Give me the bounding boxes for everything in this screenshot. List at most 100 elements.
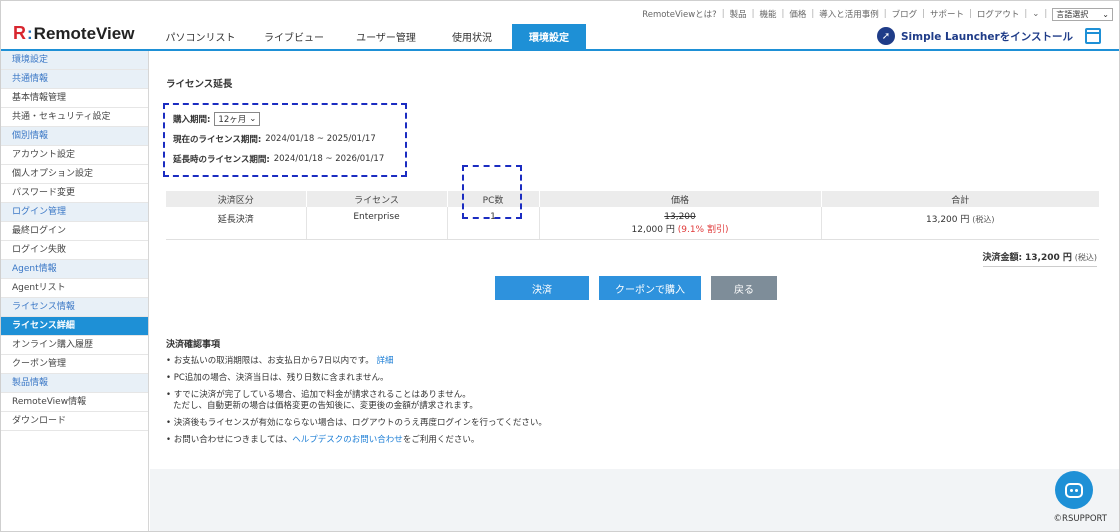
topbar-link-features[interactable]: 機能 bbox=[759, 8, 776, 20]
main-nav: パソコンリスト ライブビュー ユーザー管理 使用状況 環境設定 bbox=[153, 24, 586, 49]
separator: | bbox=[922, 9, 926, 19]
sidebar-item-purchase-history[interactable]: オンライン購入履歴 bbox=[1, 336, 148, 355]
top-utility-bar: RemoteViewとは? | 製品 | 機能 | 価格 | 導入と活用事例 | ブログ |… bbox=[642, 6, 1113, 22]
sidebar-item-download[interactable]: ダウンロード bbox=[1, 412, 148, 431]
sidebar-head-login[interactable]: ログイン管理 bbox=[1, 203, 148, 222]
main-content: ライセンス延長 購入期間: 12ヶ月 ⌄ 現在のライセンス期間: 2024/01… bbox=[150, 51, 1119, 531]
license-period-box: 購入期間: 12ヶ月 ⌄ 現在のライセンス期間: 2024/01/18 ~ 20… bbox=[163, 103, 407, 177]
topbar-link-cases[interactable]: 導入と活用事例 bbox=[819, 8, 879, 20]
separator: | bbox=[721, 9, 725, 19]
tab-user-management[interactable]: ユーザー管理 bbox=[340, 24, 432, 49]
purchase-period-select[interactable]: 12ヶ月 ⌄ bbox=[214, 112, 261, 126]
copyright: ©RSUPPORT bbox=[1053, 514, 1107, 524]
payment-label: 決済金額: bbox=[982, 252, 1023, 263]
simple-launcher-link[interactable]: ➚ Simple Launcherをインストール bbox=[876, 27, 1073, 45]
col-total: 合計 bbox=[820, 191, 1099, 207]
language-select[interactable]: 言語選択 ⌄ bbox=[1052, 7, 1113, 21]
sidebar-item-security[interactable]: 共通・セキュリティ設定 bbox=[1, 108, 148, 127]
note-item: • すでに決済が完了している場合、追加で料金が請求されることはありません。 ただ… bbox=[166, 390, 1099, 412]
back-button[interactable]: 戻る bbox=[711, 276, 777, 300]
old-price: 13,200 bbox=[664, 212, 696, 222]
payment-amount: 13,200 円 bbox=[1025, 252, 1072, 263]
sidebar-item-last-login[interactable]: 最終ログイン bbox=[1, 222, 148, 241]
separator: | bbox=[811, 9, 815, 19]
sidebar-item-coupon[interactable]: クーポン管理 bbox=[1, 355, 148, 374]
sidebar-item-license-detail[interactable]: ライセンス詳細 bbox=[1, 317, 148, 336]
col-license: ライセンス bbox=[305, 191, 447, 207]
logo-colon: : bbox=[27, 23, 33, 43]
payment-notes: 決済確認事項 • お支払いの取消期限は、お支払日から7日以内です。 詳細 • P… bbox=[166, 337, 1099, 452]
coupon-purchase-button[interactable]: クーポンで購入 bbox=[599, 276, 701, 300]
extended-period-label: 延長時のライセンス期間: bbox=[173, 155, 270, 165]
sidebar-item-agent-list[interactable]: Agentリスト bbox=[1, 279, 148, 298]
sidebar-item-remoteview-info[interactable]: RemoteView情報 bbox=[1, 393, 148, 412]
tab-pc-list[interactable]: パソコンリスト bbox=[153, 24, 248, 49]
note-contact-post: をご利用ください。 bbox=[402, 435, 480, 445]
details-link[interactable]: 詳細 bbox=[376, 356, 393, 366]
current-period-label: 現在のライセンス期間: bbox=[173, 135, 262, 145]
sidebar-head-agent[interactable]: Agent情報 bbox=[1, 260, 148, 279]
separator: | bbox=[969, 9, 972, 19]
payment-total: 決済金額: 13,200 円 (税込) bbox=[166, 250, 1099, 267]
payment-tax: (税込) bbox=[1074, 252, 1097, 262]
separator: | bbox=[883, 9, 887, 19]
col-price: 価格 bbox=[538, 191, 821, 207]
topbar-link-price[interactable]: 価格 bbox=[789, 8, 806, 20]
simple-launcher-label: Simple Launcherをインストール bbox=[900, 30, 1073, 43]
discount-rate: (9.1% 割引) bbox=[677, 225, 729, 235]
sidebar: 環境設定 共通情報 基本情報管理 共通・セキュリティ設定 個別情報 アカウント設… bbox=[1, 51, 149, 531]
rocket-icon: ➚ bbox=[876, 27, 895, 45]
cell-payment-type: 延長決済 bbox=[166, 207, 306, 240]
chatbot-button[interactable] bbox=[1055, 471, 1093, 509]
chatbot-icon bbox=[1065, 482, 1083, 498]
sidebar-head-common-info[interactable]: 共通情報 bbox=[1, 70, 148, 89]
window-icon[interactable] bbox=[1085, 28, 1101, 44]
sidebar-item-basic-info[interactable]: 基本情報管理 bbox=[1, 89, 148, 108]
separator: | bbox=[1044, 9, 1048, 19]
sidebar-head-license[interactable]: ライセンス情報 bbox=[1, 298, 148, 317]
tab-live-view[interactable]: ライブビュー bbox=[248, 24, 340, 49]
note-item: • PC追加の場合、決済当日は、残り日数に含まれません。 bbox=[166, 373, 389, 383]
extended-period-value: 2024/01/18 ~ 2026/01/17 bbox=[273, 154, 385, 164]
new-price: 12,000 円 bbox=[631, 225, 675, 235]
license-table: 決済区分 ライセンス PC数 価格 合計 延長決済 Enterprise 1 1… bbox=[166, 191, 1099, 240]
tab-usage[interactable]: 使用状況 bbox=[432, 24, 512, 49]
sidebar-head-settings[interactable]: 環境設定 bbox=[1, 51, 148, 70]
topbar-link-logout[interactable]: ログアウト bbox=[977, 8, 1020, 20]
chevron-down-icon[interactable]: ⌄ bbox=[1032, 9, 1039, 19]
total-tax: (税込) bbox=[972, 215, 995, 224]
page-title: ライセンス延長 bbox=[166, 79, 233, 90]
table-header-row: 決済区分 ライセンス PC数 価格 合計 bbox=[166, 191, 1099, 207]
cell-total: 13,200 円 (税込) bbox=[820, 207, 1099, 240]
sidebar-item-personal-options[interactable]: 個人オプション設定 bbox=[1, 165, 148, 184]
chevron-down-icon: ⌄ bbox=[249, 114, 257, 124]
logo-mark: R bbox=[13, 23, 26, 43]
pc-count-annotation bbox=[462, 165, 522, 219]
purchase-period-row: 購入期間: 12ヶ月 ⌄ bbox=[173, 109, 397, 129]
pay-button[interactable]: 決済 bbox=[495, 276, 589, 300]
separator: | bbox=[751, 9, 755, 19]
tab-settings[interactable]: 環境設定 bbox=[512, 24, 586, 49]
logo[interactable]: R : RemoteView bbox=[13, 23, 134, 44]
topbar-link-about[interactable]: RemoteViewとは? bbox=[642, 8, 716, 20]
cell-license: Enterprise bbox=[305, 207, 447, 240]
sidebar-item-account[interactable]: アカウント設定 bbox=[1, 146, 148, 165]
topbar-link-product[interactable]: 製品 bbox=[730, 8, 747, 20]
current-period-value: 2024/01/18 ~ 2025/01/17 bbox=[265, 134, 376, 144]
topbar-link-support[interactable]: サポート bbox=[930, 8, 964, 20]
col-payment-type: 決済区分 bbox=[166, 191, 306, 207]
payment-total-underline: 決済金額: 13,200 円 (税込) bbox=[982, 252, 1097, 267]
current-period-row: 現在のライセンス期間: 2024/01/18 ~ 2025/01/17 bbox=[173, 129, 397, 149]
sidebar-item-password[interactable]: パスワード変更 bbox=[1, 184, 148, 203]
sidebar-head-personal-info[interactable]: 個別情報 bbox=[1, 127, 148, 146]
separator: | bbox=[1024, 9, 1028, 19]
topbar-link-blog[interactable]: ブログ bbox=[892, 8, 918, 20]
extended-period-row: 延長時のライセンス期間: 2024/01/18 ~ 2026/01/17 bbox=[173, 149, 397, 169]
helpdesk-link[interactable]: ヘルプデスクのお問い合わせ bbox=[292, 435, 403, 445]
sidebar-head-product[interactable]: 製品情報 bbox=[1, 374, 148, 393]
cell-price: 13,200 12,000 円 (9.1% 割引) bbox=[538, 207, 821, 240]
note-item: • 決済後もライセンスが有効にならない場合は、ログアウトのうえ再度ログインを行っ… bbox=[166, 418, 547, 428]
purchase-period-value: 12ヶ月 bbox=[218, 115, 247, 125]
notes-title: 決済確認事項 bbox=[166, 340, 221, 350]
sidebar-item-login-failure[interactable]: ログイン失敗 bbox=[1, 241, 148, 260]
